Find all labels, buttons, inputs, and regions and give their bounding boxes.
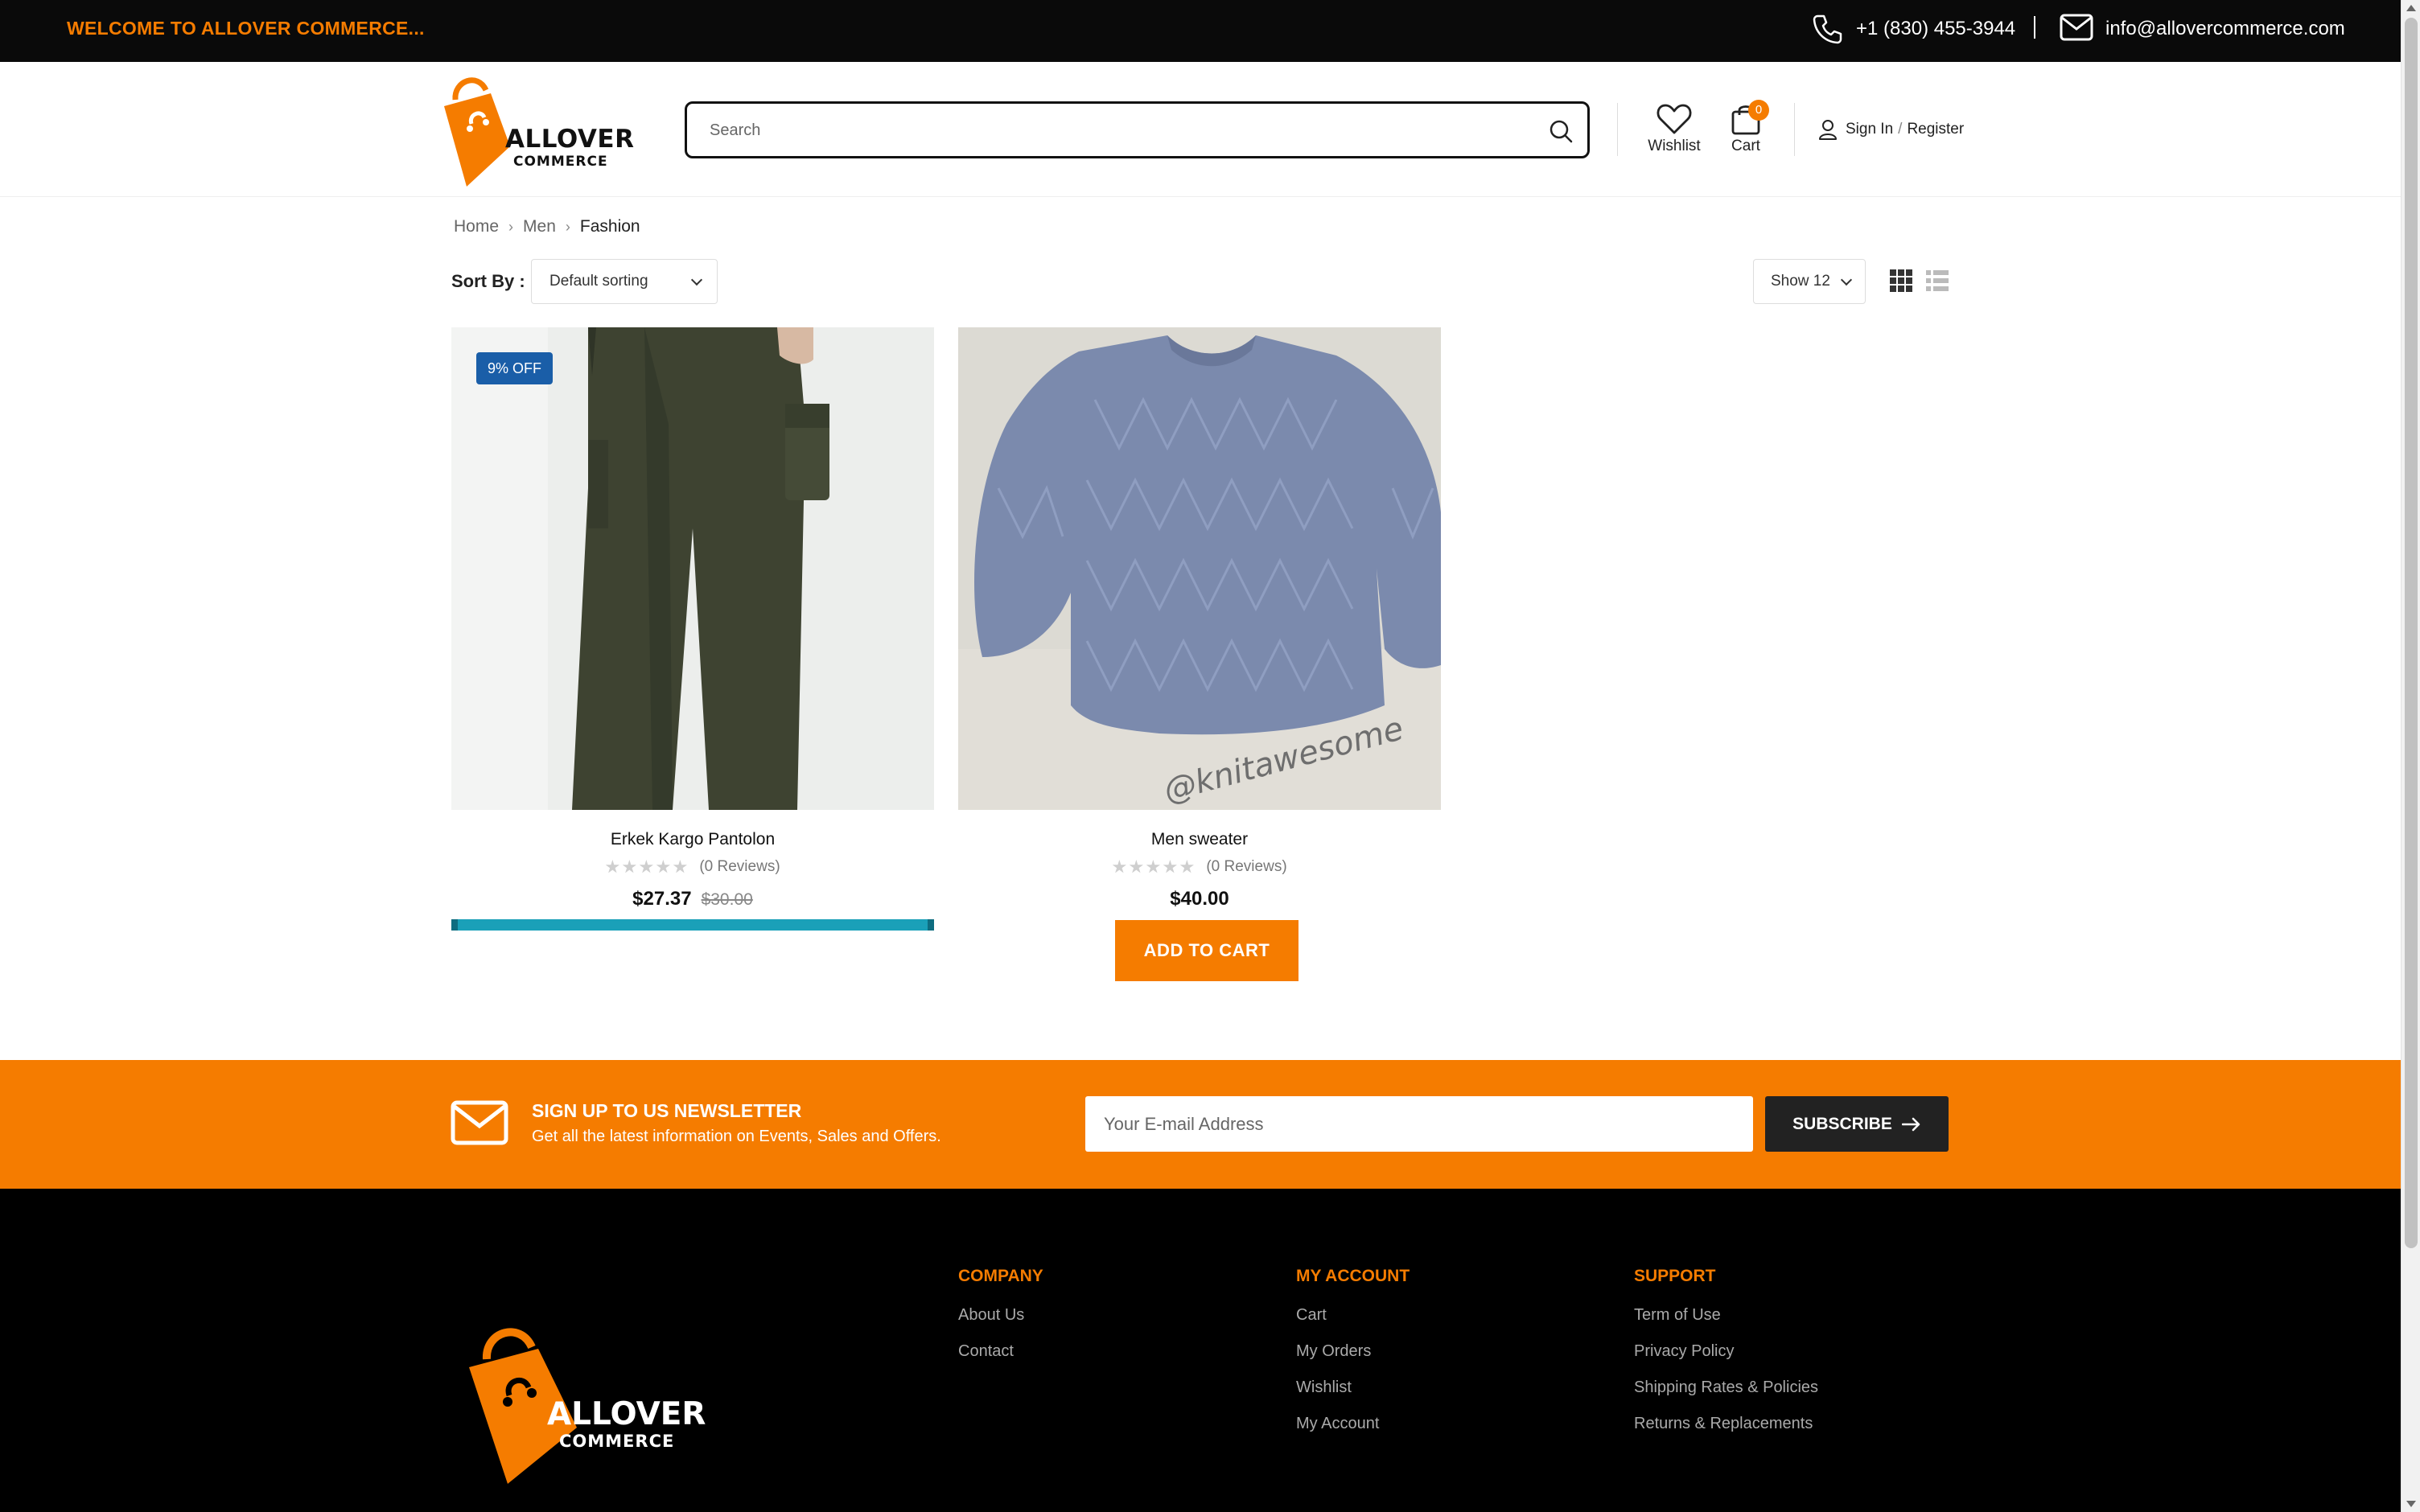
grid-view-icon[interactable] [1889, 269, 1913, 293]
list-view-icon[interactable] [1925, 269, 1949, 293]
breadcrumb: Home › Men › Fashion [454, 217, 640, 236]
footer-column-title: MY ACCOUNT [1296, 1267, 1410, 1285]
logo-subtitle[interactable]: COMMERCE [513, 154, 608, 170]
footer-link-my-account[interactable]: My Account [1296, 1415, 1410, 1433]
chevron-right-icon: › [508, 218, 514, 235]
newsletter-title: SIGN UP TO US NEWSLETTER [532, 1100, 802, 1121]
footer-column-my-account: MY ACCOUNT Cart My Orders Wishlist My Ac… [1296, 1267, 1410, 1451]
chevron-down-icon [690, 273, 703, 286]
footer-link-about-us[interactable]: About Us [958, 1306, 1043, 1325]
subscribe-button[interactable]: SUBSCRIBE [1765, 1096, 1949, 1152]
footer-column-support: SUPPORT Term of Use Privacy Policy Shipp… [1634, 1267, 1818, 1451]
product-rating: (0 Reviews) [451, 858, 934, 876]
chevron-down-icon [1840, 273, 1853, 286]
arrow-right-icon [1901, 1117, 1920, 1131]
sort-label: Sort By : [451, 271, 525, 291]
sort-dropdown[interactable]: Default sorting [531, 259, 718, 304]
star-rating-icons [1112, 860, 1196, 874]
page-scrollbar[interactable] [2401, 0, 2420, 1512]
top-bar: WELCOME TO ALLOVER COMMERCE... +1 (830) … [0, 0, 2401, 62]
product-name[interactable]: Men sweater [958, 830, 1441, 849]
account-separator: / [1898, 121, 1903, 138]
wishlist-label: Wishlist [1648, 138, 1701, 154]
mail-icon [2060, 14, 2093, 41]
review-count: (0 Reviews) [1206, 858, 1287, 875]
scrollbar-thumb[interactable] [2405, 18, 2418, 1248]
breadcrumb-men[interactable]: Men [523, 217, 556, 236]
phone-icon [1813, 14, 1842, 44]
subscribe-label: SUBSCRIBE [1792, 1114, 1892, 1133]
product-name[interactable]: Erkek Kargo Pantolon [451, 830, 934, 849]
site-footer: ALLOVER COMMERCE COMPANY About Us Contac… [0, 1189, 2401, 1512]
product-price: $27.37 $30.00 [451, 888, 934, 910]
footer-link-contact[interactable]: Contact [958, 1342, 1043, 1361]
footer-link-term-of-use[interactable]: Term of Use [1634, 1306, 1818, 1325]
product-rating: (0 Reviews) [958, 858, 1441, 876]
chevron-right-icon: › [565, 218, 570, 235]
footer-link-cart[interactable]: Cart [1296, 1306, 1410, 1325]
product-image[interactable] [451, 327, 934, 810]
footer-link-wishlist[interactable]: Wishlist [1296, 1378, 1410, 1397]
phone-number[interactable]: +1 (830) 455-3944 [1856, 18, 2015, 40]
wishlist-button[interactable]: Wishlist [1641, 100, 1707, 164]
account-links: Sign In / Register [1818, 117, 1964, 142]
product-price: $40.00 [958, 888, 1441, 910]
footer-logo-subtitle[interactable]: COMMERCE [559, 1432, 674, 1451]
breadcrumb-home[interactable]: Home [454, 217, 499, 236]
header-divider [1794, 103, 1795, 156]
cart-count-badge: 0 [1748, 100, 1769, 121]
show-value: Show 12 [1771, 273, 1830, 290]
header-divider [1617, 103, 1618, 156]
footer-link-my-orders[interactable]: My Orders [1296, 1342, 1410, 1361]
footer-column-title: COMPANY [958, 1267, 1043, 1285]
search-input[interactable] [710, 118, 1514, 142]
sale-price: $27.37 [632, 888, 692, 910]
topbar-divider [2034, 16, 2035, 39]
sort-value: Default sorting [549, 273, 648, 290]
footer-link-privacy-policy[interactable]: Privacy Policy [1634, 1342, 1818, 1361]
heart-icon [1657, 104, 1692, 134]
search-box [685, 101, 1590, 158]
footer-link-returns[interactable]: Returns & Replacements [1634, 1415, 1818, 1433]
review-count: (0 Reviews) [699, 858, 780, 875]
newsletter-section: SIGN UP TO US NEWSLETTER Get all the lat… [0, 1060, 2401, 1189]
footer-logo-title[interactable]: ALLOVER [547, 1396, 706, 1432]
cart-label: Cart [1731, 138, 1760, 154]
star-rating-icons [605, 860, 689, 874]
discount-badge: 9% OFF [476, 352, 554, 384]
breadcrumb-current: Fashion [579, 217, 640, 236]
footer-column-title: SUPPORT [1634, 1267, 1716, 1285]
original-price: $30.00 [701, 890, 753, 909]
footer-column-company: COMPANY About Us Contact [958, 1267, 1043, 1378]
footer-link-shipping[interactable]: Shipping Rates & Policies [1634, 1378, 1818, 1397]
welcome-text: WELCOME TO ALLOVER COMMERCE... [67, 18, 425, 39]
scroll-up-icon[interactable] [2406, 5, 2416, 11]
email-address[interactable]: info@allovercommerce.com [2105, 18, 2345, 40]
envelope-icon [451, 1100, 508, 1145]
show-count-dropdown[interactable]: Show 12 [1753, 259, 1866, 304]
logo-title[interactable]: ALLOVER [505, 125, 634, 154]
newsletter-subtitle: Get all the latest information on Events… [532, 1128, 941, 1145]
register-link[interactable]: Register [1907, 121, 1964, 138]
newsletter-email-input[interactable] [1085, 1096, 1753, 1152]
cart-button[interactable]: Cart 0 [1722, 100, 1770, 164]
product-action-bar[interactable] [451, 919, 934, 931]
product-image[interactable]: @knitawesome [958, 327, 1441, 810]
sale-price: $40.00 [1170, 888, 1229, 910]
sign-in-link[interactable]: Sign In [1846, 121, 1893, 138]
scroll-down-icon[interactable] [2406, 1501, 2416, 1507]
logo-bag-icon[interactable] [441, 68, 513, 188]
user-icon [1819, 120, 1837, 140]
add-to-cart-button[interactable]: ADD TO CART [1115, 920, 1298, 981]
search-icon[interactable] [1548, 118, 1574, 144]
